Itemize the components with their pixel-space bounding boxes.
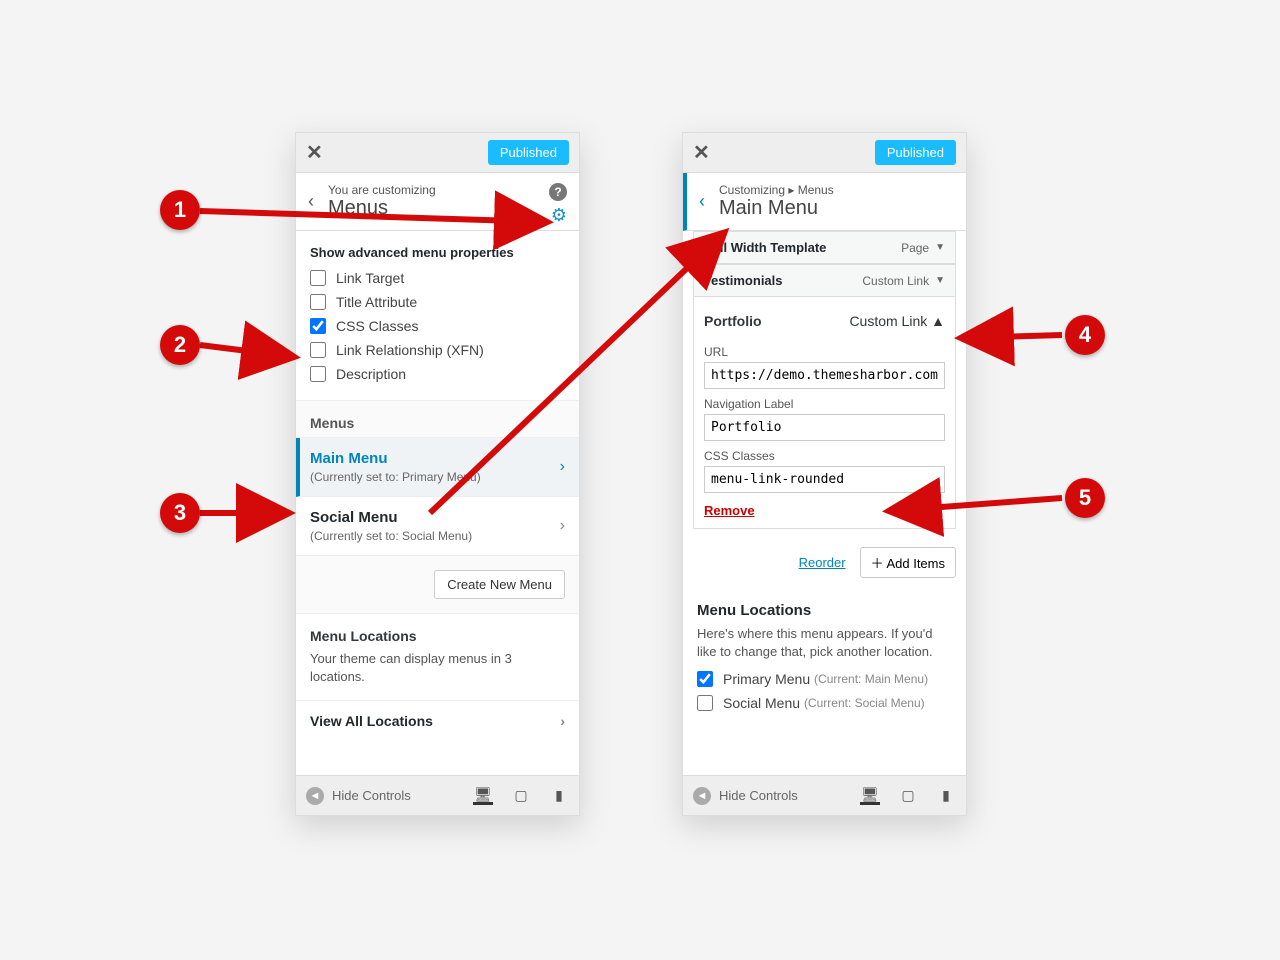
menu-items-list: Full Width Template Page▼ Testimonials C… bbox=[683, 231, 966, 588]
create-menu-button[interactable]: Create New Menu bbox=[434, 570, 565, 599]
nav-label-input[interactable] bbox=[704, 414, 945, 441]
chevron-back-icon[interactable]: ‹ bbox=[308, 191, 328, 212]
checkbox-description[interactable]: Description bbox=[310, 366, 565, 382]
checkbox-primary-menu[interactable]: Primary Menu (Current: Main Menu) bbox=[697, 671, 952, 687]
create-menu-bar: Create New Menu bbox=[296, 556, 579, 614]
reorder-link[interactable]: Reorder bbox=[799, 555, 846, 570]
chevron-right-icon: › bbox=[560, 517, 565, 535]
header-breadcrumb: Customizing ▸ Menus bbox=[719, 183, 834, 197]
gear-icon[interactable]: ⚙ bbox=[549, 205, 567, 226]
chevron-right-icon: › bbox=[560, 458, 565, 476]
checkbox-social-menu[interactable]: Social Menu (Current: Social Menu) bbox=[697, 695, 952, 711]
add-items-button[interactable]: ＋ Add Items bbox=[860, 547, 956, 578]
desktop-icon[interactable]: 🖥 bbox=[860, 787, 880, 805]
panel-header: ‹ You are customizing Menus ? ⚙ bbox=[296, 173, 579, 231]
menu-item-row[interactable]: Full Width Template Page▼ bbox=[693, 231, 956, 264]
menu-item-row[interactable]: Testimonials Custom Link▼ bbox=[693, 264, 956, 297]
annotation-badge-2: 2 bbox=[160, 325, 200, 365]
view-all-locations[interactable]: View All Locations › bbox=[296, 700, 579, 741]
header-small: You are customizing bbox=[328, 183, 436, 197]
chevron-back-icon[interactable]: ‹ bbox=[699, 191, 719, 212]
menu-item-name: Testimonials bbox=[704, 273, 783, 288]
css-classes-input[interactable] bbox=[704, 466, 945, 493]
header-text: You are customizing Menus bbox=[328, 183, 436, 220]
checkbox-link-target[interactable]: Link Target bbox=[310, 270, 565, 286]
header-icons: ? ⚙ bbox=[549, 183, 567, 226]
hide-controls[interactable]: ◄ Hide Controls bbox=[306, 787, 411, 805]
menu-subtitle: (Currently set to: Primary Menu) bbox=[310, 470, 565, 484]
checkbox-link-relationship[interactable]: Link Relationship (XFN) bbox=[310, 342, 565, 358]
menu-item-name: Full Width Template bbox=[704, 240, 826, 255]
menu-locations-block: Menu Locations Here's where this menu ap… bbox=[683, 588, 966, 733]
header-title: Menus bbox=[328, 197, 436, 220]
chevron-up-icon: ▲ bbox=[931, 313, 945, 329]
url-input[interactable] bbox=[704, 362, 945, 389]
header-title: Main Menu bbox=[719, 197, 834, 220]
checkbox-title-attribute[interactable]: Title Attribute bbox=[310, 294, 565, 310]
publish-button[interactable]: Published bbox=[875, 140, 956, 165]
annotation-badge-4: 4 bbox=[1065, 315, 1105, 355]
menu-subtitle: (Currently set to: Social Menu) bbox=[310, 529, 565, 543]
panel-footer: ◄ Hide Controls 🖥 ▢ ▮ bbox=[296, 775, 579, 815]
mobile-icon[interactable]: ▮ bbox=[936, 787, 956, 805]
chevron-right-icon: › bbox=[560, 713, 565, 729]
hide-controls[interactable]: ◄ Hide Controls bbox=[693, 787, 798, 805]
checkbox-css-classes[interactable]: CSS Classes bbox=[310, 318, 565, 334]
header-text: Customizing ▸ Menus Main Menu bbox=[719, 183, 834, 220]
menu-item-name: Portfolio bbox=[704, 313, 762, 329]
close-icon[interactable]: ✕ bbox=[306, 140, 323, 165]
customizer-panel-mainmenu: ✕ Published ‹ Customizing ▸ Menus Main M… bbox=[682, 132, 967, 816]
panel-header: ‹ Customizing ▸ Menus Main Menu bbox=[683, 173, 966, 231]
menu-locations-desc: Here's where this menu appears. If you'd… bbox=[697, 625, 952, 661]
url-label: URL bbox=[704, 345, 945, 359]
device-preview-icons: 🖥 ▢ ▮ bbox=[473, 787, 569, 805]
menus-section-label: Menus bbox=[296, 401, 579, 438]
mobile-icon[interactable]: ▮ bbox=[549, 787, 569, 805]
help-icon[interactable]: ? bbox=[549, 183, 567, 201]
menu-locations-block: Menu Locations Your theme can display me… bbox=[296, 614, 579, 700]
menu-locations-desc: Your theme can display menus in 3 locati… bbox=[310, 650, 565, 686]
reorder-add-row: Reorder ＋ Add Items bbox=[693, 537, 956, 588]
tablet-icon[interactable]: ▢ bbox=[511, 787, 531, 805]
menu-row-main[interactable]: Main Menu (Currently set to: Primary Men… bbox=[296, 438, 579, 497]
menu-locations-label: Menu Locations bbox=[697, 602, 952, 619]
menu-item-header[interactable]: Portfolio Custom Link ▲ bbox=[704, 307, 945, 337]
device-preview-icons: 🖥 ▢ ▮ bbox=[860, 787, 956, 805]
menu-item-type: Custom Link ▲ bbox=[849, 313, 945, 329]
menu-item-type: Page▼ bbox=[901, 241, 945, 255]
panel-footer: ◄ Hide Controls 🖥 ▢ ▮ bbox=[683, 775, 966, 815]
close-icon[interactable]: ✕ bbox=[693, 140, 710, 165]
chevron-down-icon: ▼ bbox=[935, 275, 945, 286]
advanced-properties-block: Show advanced menu properties Link Targe… bbox=[296, 231, 579, 401]
menu-locations-label: Menu Locations bbox=[310, 628, 565, 644]
advanced-properties-title: Show advanced menu properties bbox=[310, 245, 565, 260]
collapse-icon: ◄ bbox=[693, 787, 711, 805]
panel-topbar: ✕ Published bbox=[296, 133, 579, 173]
customizer-panel-menus: ✕ Published ‹ You are customizing Menus … bbox=[295, 132, 580, 816]
menu-item-type: Custom Link▼ bbox=[862, 274, 945, 288]
tablet-icon[interactable]: ▢ bbox=[898, 787, 918, 805]
desktop-icon[interactable]: 🖥 bbox=[473, 787, 493, 805]
menu-item-open: Portfolio Custom Link ▲ URL Navigation L… bbox=[693, 297, 956, 529]
annotation-badge-3: 3 bbox=[160, 493, 200, 533]
panel-topbar: ✕ Published bbox=[683, 133, 966, 173]
chevron-down-icon: ▼ bbox=[935, 242, 945, 253]
collapse-icon: ◄ bbox=[306, 787, 324, 805]
publish-button[interactable]: Published bbox=[488, 140, 569, 165]
annotation-badge-1: 1 bbox=[160, 190, 200, 230]
annotation-badge-5: 5 bbox=[1065, 478, 1105, 518]
css-classes-label: CSS Classes bbox=[704, 449, 945, 463]
menu-title: Main Menu bbox=[310, 450, 565, 467]
nav-label-label: Navigation Label bbox=[704, 397, 945, 411]
menu-row-social[interactable]: Social Menu (Currently set to: Social Me… bbox=[296, 497, 579, 556]
remove-link[interactable]: Remove bbox=[704, 503, 755, 518]
menu-title: Social Menu bbox=[310, 509, 565, 526]
